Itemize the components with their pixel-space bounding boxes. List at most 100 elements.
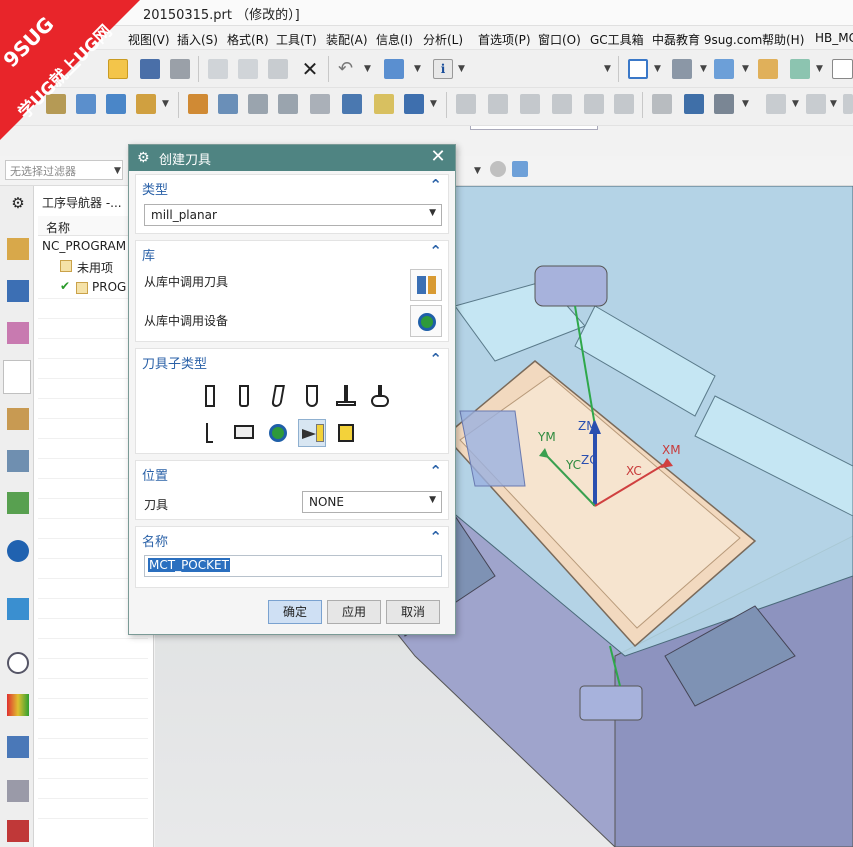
roles-icon[interactable] (7, 736, 29, 758)
apply-button[interactable]: 应用 (327, 600, 381, 624)
menu-assembly[interactable]: 装配(A) (326, 31, 368, 48)
verify-icon[interactable] (248, 94, 268, 114)
type-collapse-chevron-icon[interactable]: ⌃ (429, 176, 442, 194)
type-select[interactable]: mill_planar ▼ (144, 204, 442, 226)
path-object-icon-2[interactable] (488, 94, 508, 114)
subtype-device-icon[interactable] (264, 419, 292, 447)
render-style-dropdown-icon[interactable]: ▼ (700, 64, 707, 74)
subtype-mill-pocket-icon[interactable] (298, 419, 326, 447)
library-collapse-chevron-icon[interactable]: ⌃ (429, 242, 442, 260)
transform-icon-1[interactable] (766, 94, 786, 114)
library-header[interactable]: 库 (142, 245, 155, 264)
call-device-from-library-button[interactable] (410, 305, 442, 337)
path-object-icon-4[interactable] (552, 94, 572, 114)
menu-gc-toolbox[interactable]: GC工具箱 (590, 31, 644, 48)
undo-icon[interactable]: ↶ (338, 59, 358, 79)
subtype-spherical-mill-icon[interactable] (264, 382, 292, 410)
layout-icon[interactable] (652, 94, 672, 114)
part-navigator-icon[interactable] (7, 322, 29, 344)
transform-icon-2[interactable] (806, 94, 826, 114)
command-search-dropdown-icon[interactable]: ▼ (604, 64, 611, 74)
cut-icon[interactable] (208, 59, 228, 79)
tree-node-unused[interactable]: 未用项 (77, 259, 113, 276)
edit-tool-icon[interactable] (404, 94, 424, 114)
transform-icon-3[interactable] (843, 94, 853, 114)
subtype-probe-icon[interactable] (332, 419, 360, 447)
machine-time-icon[interactable] (714, 94, 734, 114)
list-path-icon[interactable] (278, 94, 298, 114)
selection-dropdown-icon[interactable]: ▼ (414, 64, 421, 74)
delete-icon[interactable]: ✕ (300, 59, 320, 79)
tool-location-select[interactable]: NONE ▼ (302, 491, 442, 513)
info-icon[interactable]: i (433, 59, 453, 79)
fit-view-icon[interactable] (628, 59, 648, 79)
save-icon[interactable] (140, 59, 160, 79)
name-header[interactable]: 名称 (142, 531, 168, 550)
transform-dropdown-icon-1[interactable]: ▼ (792, 99, 799, 109)
menu-zhonglei-edu[interactable]: 中磊教育 9sug.com (652, 31, 762, 48)
operation-dropdown-icon[interactable]: ▼ (162, 99, 169, 109)
call-tool-from-library-button[interactable] (410, 269, 442, 301)
path-object-icon-3[interactable] (520, 94, 540, 114)
system-scene-icon[interactable] (7, 780, 29, 802)
position-header[interactable]: 位置 (142, 465, 168, 484)
undo-dropdown-icon[interactable]: ▼ (364, 64, 371, 74)
menu-hb-mc[interactable]: HB_MC (815, 31, 853, 45)
system-materials-icon[interactable] (7, 820, 29, 842)
menu-window[interactable]: 窗口(O) (538, 31, 581, 48)
path-object-icon-6[interactable] (614, 94, 634, 114)
edit-tool-dropdown-icon[interactable]: ▼ (430, 99, 437, 109)
subtype-thread-mill-icon[interactable] (196, 419, 224, 447)
path-object-icon-5[interactable] (584, 94, 604, 114)
subtype-chamfer-mill-icon[interactable] (230, 382, 258, 410)
paste-icon[interactable] (268, 59, 288, 79)
menu-format[interactable]: 格式(R) (227, 31, 269, 48)
tree-node-nc-program[interactable]: NC_PROGRAM (42, 239, 126, 253)
reuse-library-icon[interactable] (7, 450, 29, 472)
path-object-icon-1[interactable] (456, 94, 476, 114)
orient-view-icon[interactable] (758, 59, 778, 79)
ok-button[interactable]: 确定 (268, 600, 322, 624)
type-filter-select[interactable]: 无选择过滤器 (5, 160, 123, 180)
shaded-cube-icon[interactable] (714, 59, 734, 79)
operation-navigator-tab[interactable] (3, 360, 31, 394)
subtype-mill-icon[interactable] (196, 382, 224, 410)
shaded-cube-dropdown-icon[interactable]: ▼ (742, 64, 749, 74)
menu-information[interactable]: 信息(I) (376, 31, 413, 48)
view-triad-icon[interactable] (790, 59, 810, 79)
tool-name-input[interactable]: MCT_POCKET (144, 555, 442, 577)
subtype-barrel-cutter-icon[interactable] (366, 382, 394, 410)
print-icon[interactable] (170, 59, 190, 79)
fit-view-dropdown-icon[interactable]: ▼ (654, 64, 661, 74)
menu-tools[interactable]: 工具(T) (276, 31, 317, 48)
web-browser-icon[interactable] (7, 598, 29, 620)
type-filter-dropdown-icon[interactable]: ▼ (114, 166, 121, 176)
subtype-tool-holder-icon[interactable] (230, 419, 258, 447)
menu-help[interactable]: 帮助(H) (762, 31, 804, 48)
transform-dropdown-icon-2[interactable]: ▼ (830, 99, 837, 109)
menu-preferences[interactable]: 首选项(P) (478, 31, 531, 48)
clock-icon[interactable] (7, 652, 29, 674)
replay-path-icon[interactable] (218, 94, 238, 114)
close-icon[interactable]: ✕ (429, 147, 447, 167)
selection-tool-icon[interactable] (384, 59, 404, 79)
view-triad-dropdown-icon[interactable]: ▼ (816, 64, 823, 74)
menu-insert[interactable]: 插入(S) (177, 31, 218, 48)
simulate-icon[interactable] (374, 94, 394, 114)
machine-time-dropdown-icon[interactable]: ▼ (742, 99, 749, 109)
layer-box-icon[interactable] (832, 59, 853, 79)
name-collapse-chevron-icon[interactable]: ⌃ (429, 528, 442, 546)
subtype-header[interactable]: 刀具子类型 (142, 353, 207, 372)
tree-node-program[interactable]: PROG (92, 280, 126, 294)
machine-tool-navigator-icon[interactable] (7, 408, 29, 430)
dialog-gear-icon[interactable]: ⚙ (137, 150, 153, 166)
constraint-navigator-icon[interactable] (7, 280, 29, 302)
snap-cube-icon[interactable] (512, 161, 528, 177)
info-window-icon[interactable] (7, 540, 29, 562)
gear-icon[interactable]: ⚙ (7, 192, 29, 214)
cancel-button[interactable]: 取消 (386, 600, 440, 624)
report-icon[interactable] (684, 94, 704, 114)
copy-icon[interactable] (238, 59, 258, 79)
dialog-title-bar[interactable]: ⚙ 创建刀具 ✕ (129, 145, 455, 171)
postprocess-icon[interactable] (310, 94, 330, 114)
